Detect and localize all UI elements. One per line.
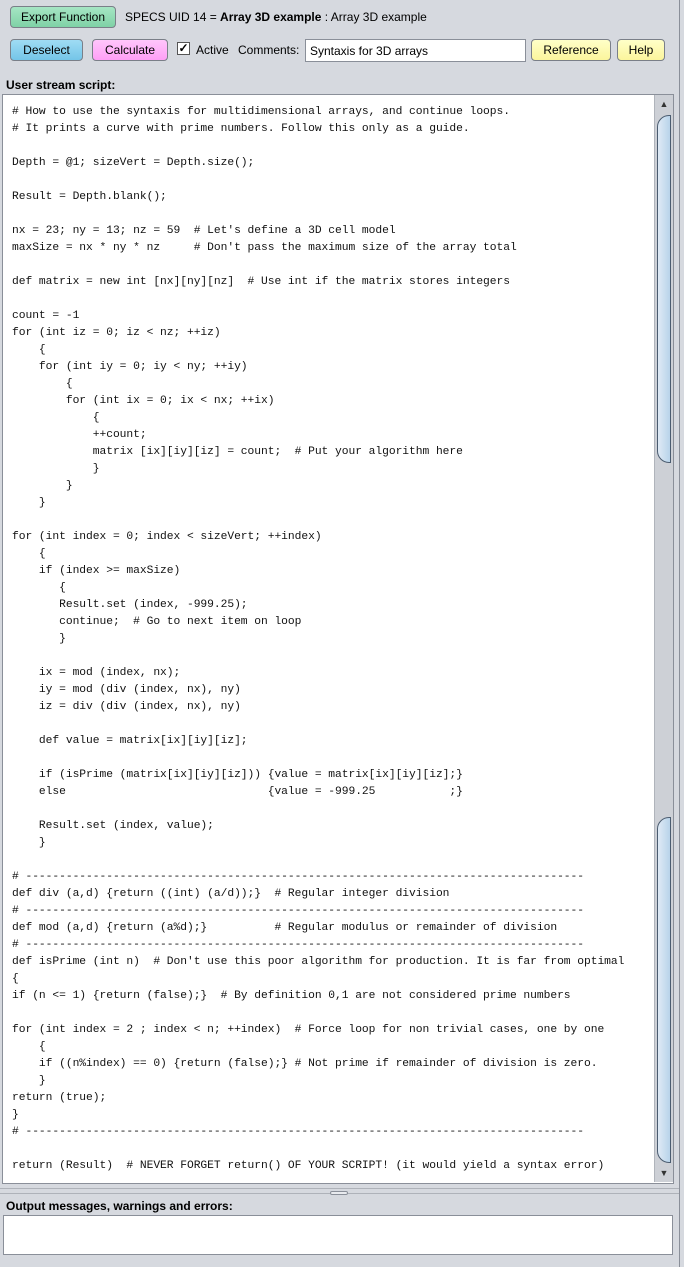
code-line: for (int index = 0; index < sizeVert; ++… bbox=[12, 531, 322, 543]
code-line: def mod (a,d) {return (a%d);} # Regular … bbox=[12, 922, 558, 934]
code-line: def matrix = new int [nx][ny][nz] # Use … bbox=[12, 276, 510, 288]
code-line: if (n <= 1) {return (false);} # By defin… bbox=[12, 990, 571, 1002]
code-line: if (index >= maxSize) bbox=[12, 565, 181, 577]
title-prefix: SPECS UID 14 = bbox=[125, 10, 221, 24]
script-scrollbar[interactable]: ▲ ▼ bbox=[654, 95, 673, 1182]
code-line: matrix [ix][iy][iz] = count; # Put your … bbox=[12, 446, 463, 458]
help-button[interactable]: Help bbox=[617, 39, 665, 61]
comments-input[interactable] bbox=[305, 39, 526, 62]
code-line: # How to use the syntaxis for multidimen… bbox=[12, 106, 510, 118]
code-line: def div (a,d) {return ((int) (a/d));} # … bbox=[12, 888, 450, 900]
code-line: if (isPrime (matrix[ix][iy][iz])) {value… bbox=[12, 769, 463, 781]
code-line: } bbox=[12, 1075, 46, 1087]
export-function-button[interactable]: Export Function bbox=[10, 6, 116, 28]
code-line: iz = div (div (index, nx), ny) bbox=[12, 701, 241, 713]
code-line: if ((n%index) == 0) {return (false);} # … bbox=[12, 1058, 598, 1070]
code-line: maxSize = nx * ny * nz # Don't pass the … bbox=[12, 242, 517, 254]
code-line: return (Result) # NEVER FORGET return() … bbox=[12, 1160, 605, 1172]
code-line: continue; # Go to next item on loop bbox=[12, 616, 302, 628]
code-line: count = -1 bbox=[12, 310, 80, 322]
code-line: def isPrime (int n) # Don't use this poo… bbox=[12, 956, 625, 968]
output-messages-area[interactable] bbox=[3, 1215, 673, 1255]
active-checkbox[interactable]: ✓ bbox=[177, 42, 190, 55]
script-editor[interactable]: # How to use the syntaxis for multidimen… bbox=[2, 94, 674, 1184]
code-line: for (int iz = 0; iz < nz; ++iz) bbox=[12, 327, 221, 339]
code-line: # It prints a curve with prime numbers. … bbox=[12, 123, 470, 135]
code-line: # --------------------------------------… bbox=[12, 939, 584, 951]
code-line: Result = Depth.blank(); bbox=[12, 191, 167, 203]
script-label: User stream script: bbox=[6, 78, 116, 92]
divider-grip-icon[interactable] bbox=[330, 1191, 348, 1195]
code-line: } bbox=[12, 497, 46, 509]
deselect-button[interactable]: Deselect bbox=[10, 39, 83, 61]
comments-label: Comments: bbox=[238, 43, 300, 57]
script-code[interactable]: # How to use the syntaxis for multidimen… bbox=[12, 104, 624, 1175]
reference-button[interactable]: Reference bbox=[531, 39, 611, 61]
scroll-thumb-lower[interactable] bbox=[657, 817, 671, 1163]
code-line: { bbox=[12, 378, 73, 390]
function-title: SPECS UID 14 = Array 3D example : Array … bbox=[125, 10, 427, 24]
code-line: return (true); bbox=[12, 1092, 107, 1104]
code-line: ++count; bbox=[12, 429, 147, 441]
scroll-thumb[interactable] bbox=[657, 115, 671, 463]
code-line: } bbox=[12, 633, 66, 645]
code-line: { bbox=[12, 1041, 46, 1053]
code-line: } bbox=[12, 837, 46, 849]
code-line: else {value = -999.25 ;} bbox=[12, 786, 463, 798]
code-line: { bbox=[12, 344, 46, 356]
code-line: } bbox=[12, 463, 100, 475]
code-line: } bbox=[12, 1109, 19, 1121]
code-line: for (int index = 2 ; index < n; ++index)… bbox=[12, 1024, 605, 1036]
code-line: { bbox=[12, 582, 66, 594]
title-name: Array 3D example bbox=[220, 10, 322, 24]
window-edge bbox=[679, 0, 684, 1267]
code-line: for (int ix = 0; ix < nx; ++ix) bbox=[12, 395, 275, 407]
code-line: } bbox=[12, 480, 73, 492]
code-line: nx = 23; ny = 13; nz = 59 # Let's define… bbox=[12, 225, 396, 237]
code-line: def value = matrix[ix][iy][iz]; bbox=[12, 735, 248, 747]
scroll-down-arrow-icon[interactable]: ▼ bbox=[655, 1165, 673, 1181]
code-line: { bbox=[12, 412, 100, 424]
code-line: for (int iy = 0; iy < ny; ++iy) bbox=[12, 361, 248, 373]
code-line: Result.set (index, -999.25); bbox=[12, 599, 248, 611]
active-label: Active bbox=[196, 43, 229, 57]
code-line: # --------------------------------------… bbox=[12, 905, 584, 917]
title-suffix: : Array 3D example bbox=[321, 10, 427, 24]
code-line: # --------------------------------------… bbox=[12, 871, 584, 883]
scroll-up-arrow-icon[interactable]: ▲ bbox=[655, 96, 673, 112]
code-line: Depth = @1; sizeVert = Depth.size(); bbox=[12, 157, 255, 169]
code-line: # --------------------------------------… bbox=[12, 1126, 584, 1138]
code-line: iy = mod (div (index, nx), ny) bbox=[12, 684, 241, 696]
code-line: { bbox=[12, 548, 46, 560]
checkmark-icon: ✓ bbox=[178, 41, 189, 55]
code-line: ix = mod (index, nx); bbox=[12, 667, 181, 679]
output-label: Output messages, warnings and errors: bbox=[6, 1199, 233, 1213]
code-line: { bbox=[12, 973, 19, 985]
code-line: Result.set (index, value); bbox=[12, 820, 214, 832]
calculate-button[interactable]: Calculate bbox=[92, 39, 168, 61]
